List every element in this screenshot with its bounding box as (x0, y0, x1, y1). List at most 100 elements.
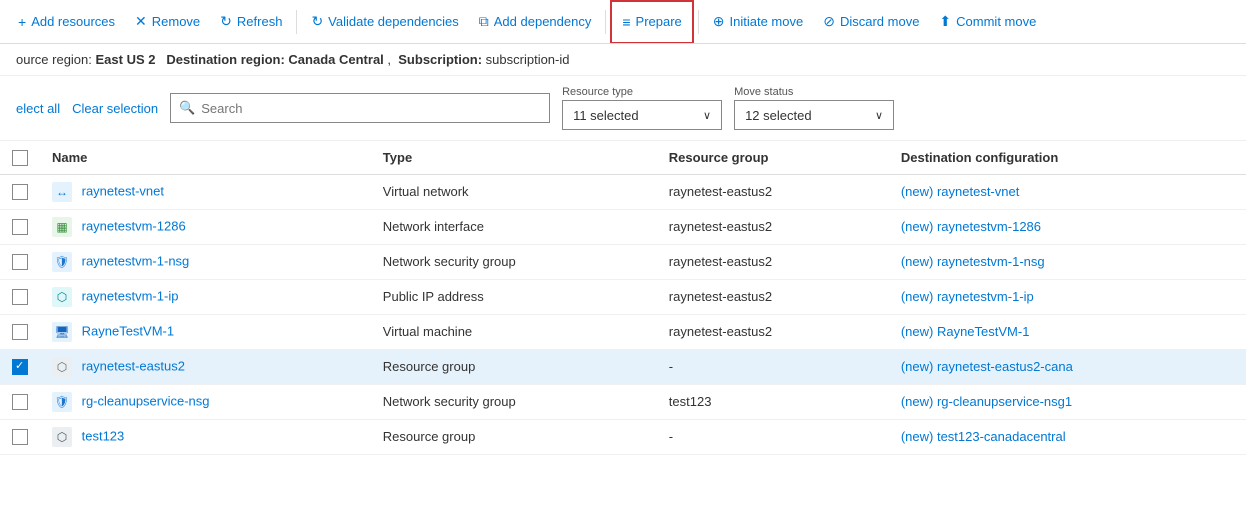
row-type-cell: Resource group (371, 349, 657, 384)
remove-button[interactable]: ✕ Remove (125, 0, 210, 44)
resource-name-link-4[interactable]: RayneTestVM-1 (82, 323, 174, 338)
add-resources-label: Add resources (31, 14, 115, 29)
search-icon: 🔍 (179, 100, 195, 116)
row-name-cell: 🛡 rg-cleanupservice-nsg (40, 384, 371, 419)
dest-config-link-6[interactable]: (new) rg-cleanupservice-nsg1 (901, 394, 1072, 409)
col-name: Name (40, 141, 371, 174)
table-row: ⬡ raynetest-eastus2 Resource group - (ne… (0, 349, 1246, 384)
resource-name-link-2[interactable]: raynetestvm-1-nsg (82, 253, 190, 268)
resource-icon-3: ⬡ (52, 287, 72, 307)
dest-config-link-5[interactable]: (new) raynetest-eastus2-cana (901, 359, 1073, 374)
row-type-cell: Network security group (371, 384, 657, 419)
refresh-button[interactable]: ↻ Refresh (210, 0, 292, 44)
resource-type-dropdown[interactable]: 11 selected ∨ (562, 100, 722, 130)
row-checkbox-cell[interactable] (0, 209, 40, 244)
row-name-cell: ⬡ raynetest-eastus2 (40, 349, 371, 384)
row-checkbox-cell[interactable] (0, 279, 40, 314)
validate-icon: ↻ (311, 13, 323, 30)
dest-config-link-2[interactable]: (new) raynetestvm-1-nsg (901, 254, 1045, 269)
row-checkbox-3[interactable] (12, 289, 28, 305)
resource-name-link-0[interactable]: raynetest-vnet (82, 183, 164, 198)
row-type-cell: Network security group (371, 244, 657, 279)
resource-name-link-1[interactable]: raynetestvm-1286 (82, 218, 186, 233)
select-all-link[interactable]: elect all (16, 101, 60, 116)
row-name-cell: ⬡ raynetestvm-1-ip (40, 279, 371, 314)
discard-move-button[interactable]: ⊘ Discard move (813, 0, 929, 44)
row-rg-cell: raynetest-eastus2 (657, 174, 889, 209)
add-icon: + (18, 14, 26, 30)
table-row: ⬡ raynetestvm-1-ip Public IP address ray… (0, 279, 1246, 314)
row-checkbox-2[interactable] (12, 254, 28, 270)
move-status-chevron: ∨ (875, 109, 883, 122)
refresh-icon: ↻ (220, 13, 232, 30)
row-dest-cell: (new) rg-cleanupservice-nsg1 (889, 384, 1246, 419)
table-row: ▦ raynetestvm-1286 Network interface ray… (0, 209, 1246, 244)
select-all-checkbox[interactable] (12, 150, 28, 166)
table-row: ↔ raynetest-vnet Virtual network raynete… (0, 174, 1246, 209)
resource-icon-0: ↔ (52, 182, 72, 202)
search-box[interactable]: 🔍 (170, 93, 550, 123)
subscription-value: subscription-id (486, 52, 570, 67)
row-checkbox-4[interactable] (12, 324, 28, 340)
prepare-label: Prepare (636, 14, 682, 29)
initiate-move-button[interactable]: ⊕ Initiate move (703, 0, 813, 44)
row-type-cell: Virtual network (371, 174, 657, 209)
row-rg-cell: test123 (657, 384, 889, 419)
refresh-label: Refresh (237, 14, 283, 29)
commit-move-label: Commit move (956, 14, 1036, 29)
table-header-row: Name Type Resource group Destination con… (0, 141, 1246, 174)
prepare-button[interactable]: ≡ Prepare (610, 0, 693, 44)
commit-move-button[interactable]: ⬆ Commit move (929, 0, 1046, 44)
validate-dependencies-label: Validate dependencies (328, 14, 459, 29)
row-checkbox-6[interactable] (12, 394, 28, 410)
search-input[interactable] (201, 101, 541, 116)
add-dependency-button[interactable]: ⧉ Add dependency (469, 0, 602, 44)
resource-icon-6: 🛡 (52, 392, 72, 412)
dest-region-value: Canada Central (288, 52, 383, 67)
discard-icon: ⊘ (823, 13, 835, 30)
row-name-cell: 🖥 RayneTestVM-1 (40, 314, 371, 349)
row-type-cell: Resource group (371, 419, 657, 454)
row-checkbox-1[interactable] (12, 219, 28, 235)
row-checkbox-cell[interactable] (0, 349, 40, 384)
add-dependency-label: Add dependency (494, 14, 592, 29)
row-checkbox-7[interactable] (12, 429, 28, 445)
add-dep-icon: ⧉ (479, 13, 489, 30)
row-dest-cell: (new) RayneTestVM-1 (889, 314, 1246, 349)
commit-icon: ⬆ (939, 13, 951, 30)
row-checkbox-cell[interactable] (0, 314, 40, 349)
col-checkbox (0, 141, 40, 174)
move-status-dropdown[interactable]: 12 selected ∨ (734, 100, 894, 130)
row-dest-cell: (new) test123-canadacentral (889, 419, 1246, 454)
row-dest-cell: (new) raynetest-eastus2-cana (889, 349, 1246, 384)
row-checkbox-cell[interactable] (0, 174, 40, 209)
row-checkbox-0[interactable] (12, 184, 28, 200)
row-rg-cell: raynetest-eastus2 (657, 314, 889, 349)
row-dest-cell: (new) raynetestvm-1286 (889, 209, 1246, 244)
row-checkbox-cell[interactable] (0, 419, 40, 454)
table-row: 🛡 raynetestvm-1-nsg Network security gro… (0, 244, 1246, 279)
resource-icon-7: ⬡ (52, 427, 72, 447)
dest-config-link-1[interactable]: (new) raynetestvm-1286 (901, 219, 1041, 234)
dest-config-link-4[interactable]: (new) RayneTestVM-1 (901, 324, 1030, 339)
dest-config-link-3[interactable]: (new) raynetestvm-1-ip (901, 289, 1034, 304)
resource-name-link-5[interactable]: raynetest-eastus2 (82, 358, 185, 373)
dest-region-label: Destination region: (159, 52, 288, 67)
row-checkbox-cell[interactable] (0, 384, 40, 419)
separator-2 (605, 10, 606, 34)
row-checkbox-cell[interactable] (0, 244, 40, 279)
resource-name-link-3[interactable]: raynetestvm-1-ip (82, 288, 179, 303)
dest-config-link-0[interactable]: (new) raynetest-vnet (901, 184, 1020, 199)
resource-icon-4: 🖥 (52, 322, 72, 342)
col-destination: Destination configuration (889, 141, 1246, 174)
resource-name-link-6[interactable]: rg-cleanupservice-nsg (82, 393, 210, 408)
resource-table: Name Type Resource group Destination con… (0, 141, 1246, 455)
clear-selection-link[interactable]: Clear selection (72, 101, 158, 116)
add-resources-button[interactable]: + Add resources (8, 0, 125, 44)
source-region-label: ource region: (16, 52, 96, 67)
dest-config-link-7[interactable]: (new) test123-canadacentral (901, 429, 1066, 444)
row-dest-cell: (new) raynetestvm-1-nsg (889, 244, 1246, 279)
row-checkbox-5[interactable] (12, 359, 28, 375)
resource-name-link-7[interactable]: test123 (82, 428, 125, 443)
validate-dependencies-button[interactable]: ↻ Validate dependencies (301, 0, 468, 44)
